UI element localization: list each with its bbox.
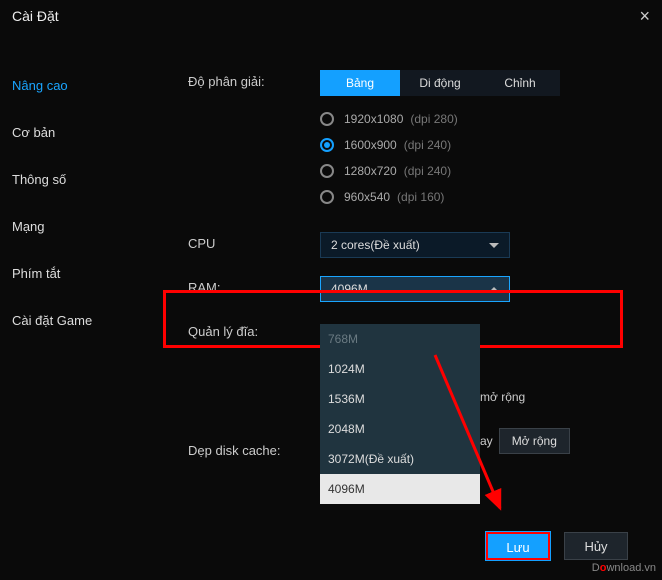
res-text: 960x540 [344, 190, 390, 204]
cpu-value: 2 cores(Đề xuất) [331, 232, 420, 258]
res-text: 1600x900 [344, 138, 397, 152]
close-icon[interactable]: × [639, 6, 650, 27]
res-1280[interactable]: 1280x720 (dpi 240) [320, 164, 634, 178]
dpi-text: (dpi 240) [404, 164, 451, 178]
sidebar-item-specs[interactable]: Thông số [12, 156, 138, 203]
ram-controls: 4096M [320, 276, 634, 302]
radio-icon [320, 112, 334, 126]
sidebar-item-advanced[interactable]: Nâng cao [12, 62, 138, 109]
resolution-mode-tabs: Bảng Di động Chỉnh [320, 70, 634, 96]
tab-mobile[interactable]: Di động [400, 70, 480, 96]
save-button[interactable]: Lưu [486, 532, 550, 560]
cpu-row: CPU 2 cores(Đề xuất) [188, 232, 634, 258]
ram-value: 4096M [331, 276, 368, 302]
dpi-text: (dpi 160) [397, 190, 444, 204]
disk-ext1-peek: mở rộng [480, 390, 525, 404]
chevron-up-icon [489, 287, 499, 292]
ram-row: RAM: 4096M [188, 276, 634, 302]
ext-text: mở rộng [480, 390, 525, 404]
resolution-controls: Bảng Di động Chỉnh 1920x1080 (dpi 280) 16… [320, 70, 634, 204]
chevron-down-icon [489, 243, 499, 248]
extend-button[interactable]: Mở rộng [499, 428, 570, 454]
tab-tablet[interactable]: Bảng [320, 70, 400, 96]
res-1600[interactable]: 1600x900 (dpi 240) [320, 138, 634, 152]
ram-option-768[interactable]: 768M [320, 324, 480, 354]
resolution-label: Độ phân giải: [188, 70, 320, 89]
cancel-button[interactable]: Hủy [564, 532, 628, 560]
dpi-text: (dpi 280) [410, 112, 457, 126]
ram-option-1024[interactable]: 1024M [320, 354, 480, 384]
resolution-options: 1920x1080 (dpi 280) 1600x900 (dpi 240) 128… [320, 112, 634, 204]
cpu-select[interactable]: 2 cores(Đề xuất) [320, 232, 510, 258]
ram-option-1536[interactable]: 1536M [320, 384, 480, 414]
sidebar-item-basic[interactable]: Cơ bản [12, 109, 138, 156]
res-960[interactable]: 960x540 (dpi 160) [320, 190, 634, 204]
disk-label: Quản lý đĩa: [188, 320, 320, 339]
wm-post: wnload.vn [606, 562, 656, 574]
radio-icon [320, 190, 334, 204]
ram-option-4096[interactable]: 4096M [320, 474, 480, 504]
tab-custom[interactable]: Chỉnh [480, 70, 560, 96]
sidebar-item-game[interactable]: Cài đặt Game [12, 297, 138, 344]
ram-select[interactable]: 4096M [320, 276, 510, 302]
res-text: 1280x720 [344, 164, 397, 178]
dpi-text: (dpi 240) [404, 138, 451, 152]
cache-label: Dẹp disk cache: [188, 439, 320, 458]
ram-option-2048[interactable]: 2048M [320, 414, 480, 444]
disk-ext2-peek: ay Mở rộng [480, 428, 570, 454]
cpu-controls: 2 cores(Đề xuất) [320, 232, 634, 258]
radio-icon [320, 138, 334, 152]
res-1920[interactable]: 1920x1080 (dpi 280) [320, 112, 634, 126]
window-title: Cài Đặt [12, 8, 59, 24]
resolution-row: Độ phân giải: Bảng Di động Chỉnh 1920x10… [188, 70, 634, 204]
sidebar: Nâng cao Cơ bản Thông số Mạng Phím tắt C… [0, 32, 138, 580]
res-text: 1920x1080 [344, 112, 403, 126]
ext-text: ay [480, 434, 493, 448]
cpu-label: CPU [188, 232, 320, 251]
watermark: Download.vn [592, 562, 656, 574]
wm-pre: D [592, 562, 600, 574]
radio-icon [320, 164, 334, 178]
ram-option-3072[interactable]: 3072M(Đề xuất) [320, 444, 480, 474]
ram-label: RAM: [188, 276, 320, 295]
sidebar-item-network[interactable]: Mạng [12, 203, 138, 250]
ram-dropdown[interactable]: 768M 1024M 1536M 2048M 3072M(Đề xuất) 40… [320, 324, 480, 504]
sidebar-item-shortcut[interactable]: Phím tắt [12, 250, 138, 297]
titlebar: Cài Đặt × [0, 0, 662, 32]
footer: Lưu Hủy [486, 532, 628, 560]
